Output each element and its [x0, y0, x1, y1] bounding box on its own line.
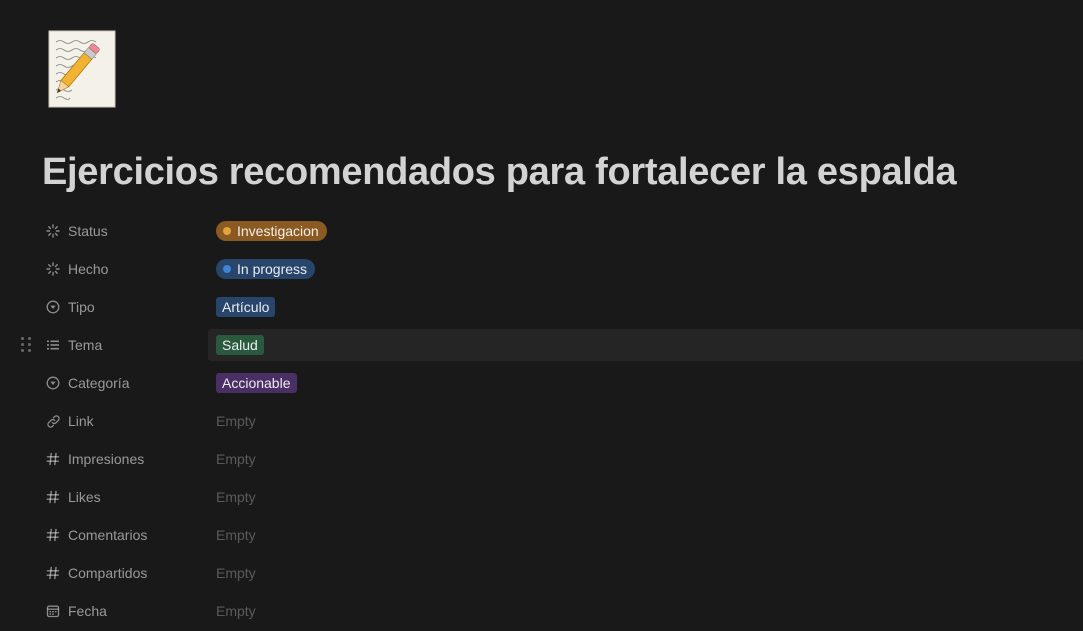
- property-label-link[interactable]: Link: [45, 402, 205, 440]
- status-dot: [223, 227, 231, 235]
- calendar-icon: [45, 603, 61, 619]
- properties-list: Status Investigacion Hecho In progress T…: [0, 212, 1083, 630]
- empty-placeholder: Empty: [216, 527, 256, 543]
- property-row-categoria[interactable]: Categoría Accionable: [0, 364, 1083, 402]
- drag-handle-icon[interactable]: [21, 337, 33, 353]
- property-value-link[interactable]: Empty: [208, 405, 1083, 437]
- property-value-fecha[interactable]: Empty: [208, 595, 1083, 627]
- property-value-tema[interactable]: Salud: [208, 329, 1083, 361]
- property-name: Likes: [68, 489, 101, 505]
- property-label-comentarios[interactable]: Comentarios: [45, 516, 205, 554]
- page-title[interactable]: Ejercicios recomendados para fortalecer …: [42, 149, 957, 195]
- property-name: Fecha: [68, 603, 107, 619]
- status-badge-label: In progress: [237, 261, 308, 277]
- empty-placeholder: Empty: [216, 413, 256, 429]
- status-dot: [223, 265, 231, 273]
- property-row-status[interactable]: Status Investigacion: [0, 212, 1083, 250]
- property-name: Hecho: [68, 261, 109, 277]
- property-name: Comentarios: [68, 527, 148, 543]
- property-value-likes[interactable]: Empty: [208, 481, 1083, 513]
- property-value-categoria[interactable]: Accionable: [208, 367, 1083, 399]
- property-label-tema[interactable]: Tema: [45, 326, 205, 364]
- property-name: Categoría: [68, 375, 130, 391]
- status-badge[interactable]: Investigacion: [216, 221, 327, 241]
- empty-placeholder: Empty: [216, 565, 256, 581]
- property-label-fecha[interactable]: Fecha: [45, 592, 205, 630]
- property-row-fecha[interactable]: Fecha Empty: [0, 592, 1083, 630]
- status-icon: [45, 223, 61, 239]
- property-label-impresiones[interactable]: Impresiones: [45, 440, 205, 478]
- multi-select-icon: [45, 337, 61, 353]
- property-label-likes[interactable]: Likes: [45, 478, 205, 516]
- property-value-comentarios[interactable]: Empty: [208, 519, 1083, 551]
- property-row-likes[interactable]: Likes Empty: [0, 478, 1083, 516]
- property-name: Link: [68, 413, 94, 429]
- property-name: Status: [68, 223, 108, 239]
- property-name: Tipo: [68, 299, 95, 315]
- select-icon: [45, 299, 61, 315]
- number-icon: [45, 451, 61, 467]
- property-label-tipo[interactable]: Tipo: [45, 288, 205, 326]
- property-value-compartidos[interactable]: Empty: [208, 557, 1083, 589]
- select-tag[interactable]: Accionable: [216, 373, 297, 393]
- number-icon: [45, 565, 61, 581]
- status-badge[interactable]: In progress: [216, 259, 316, 279]
- select-icon: [45, 375, 61, 391]
- property-row-tipo[interactable]: Tipo Artículo: [0, 288, 1083, 326]
- property-row-comentarios[interactable]: Comentarios Empty: [0, 516, 1083, 554]
- memo-pencil-icon[interactable]: [48, 30, 116, 108]
- status-badge-label: Investigacion: [237, 223, 319, 239]
- property-name: Tema: [68, 337, 103, 353]
- property-value-hecho[interactable]: In progress: [208, 253, 1083, 285]
- link-icon: [45, 413, 61, 429]
- property-label-compartidos[interactable]: Compartidos: [45, 554, 205, 592]
- empty-placeholder: Empty: [216, 489, 256, 505]
- property-name: Impresiones: [68, 451, 145, 467]
- page: Ejercicios recomendados para fortalecer …: [0, 0, 1083, 631]
- property-row-link[interactable]: Link Empty: [0, 402, 1083, 440]
- property-row-tema[interactable]: Tema Salud: [0, 326, 1083, 364]
- property-value-tipo[interactable]: Artículo: [208, 291, 1083, 323]
- property-row-compartidos[interactable]: Compartidos Empty: [0, 554, 1083, 592]
- property-row-hecho[interactable]: Hecho In progress: [0, 250, 1083, 288]
- number-icon: [45, 527, 61, 543]
- property-row-impresiones[interactable]: Impresiones Empty: [0, 440, 1083, 478]
- property-value-impresiones[interactable]: Empty: [208, 443, 1083, 475]
- empty-placeholder: Empty: [216, 603, 256, 619]
- empty-placeholder: Empty: [216, 451, 256, 467]
- property-value-status[interactable]: Investigacion: [208, 215, 1083, 247]
- status-icon: [45, 261, 61, 277]
- number-icon: [45, 489, 61, 505]
- select-tag[interactable]: Artículo: [216, 297, 276, 317]
- property-name: Compartidos: [68, 565, 148, 581]
- property-label-status[interactable]: Status: [45, 212, 205, 250]
- select-tag[interactable]: Salud: [216, 335, 264, 355]
- property-label-categoria[interactable]: Categoría: [45, 364, 205, 402]
- property-label-hecho[interactable]: Hecho: [45, 250, 205, 288]
